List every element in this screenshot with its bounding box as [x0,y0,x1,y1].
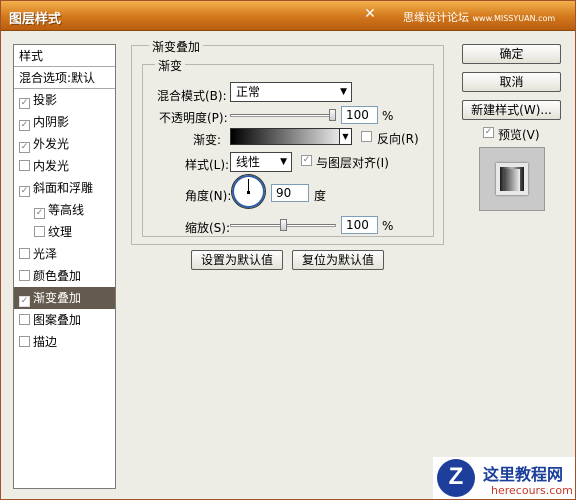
styles-header[interactable]: 样式 [14,45,115,67]
style-select[interactable]: 线性 ▼ [230,152,292,172]
watermark-top-url: www.MISSYUAN.com [472,14,556,23]
new-style-button[interactable]: 新建样式(W)... [462,100,561,120]
gradient-label: 渐变: [193,133,222,147]
style-item-checkbox[interactable] [19,248,30,259]
style-item[interactable]: ✓ 内阴影 [14,111,115,133]
blend-mode-select[interactable]: 正常 ▼ [230,82,352,102]
style-item[interactable]: ✓ 斜面和浮雕 [14,177,115,199]
style-item[interactable]: 颜色叠加 [14,265,115,287]
style-preview-thumbnail [479,147,545,211]
reset-default-button[interactable]: 复位为默认值 [292,250,384,270]
style-item-label: 内阴影 [33,115,70,129]
watermark-bottom-title: 这里教程网 [483,465,564,484]
preview-inner [504,169,520,191]
watermark-top: 思缘设计论坛 www.MISSYUAN.com [403,9,555,25]
watermark-logo-icon: Z [437,459,475,497]
style-value: 线性 [236,155,261,169]
preview-square [496,163,528,195]
blend-mode-label: 混合模式(B): [157,89,227,103]
watermark-top-text: 思缘设计论坛 [403,11,469,24]
style-item-label: 内发光 [33,159,70,173]
style-item-checkbox[interactable]: ✓ [34,208,45,219]
style-item-checkbox[interactable] [19,336,30,347]
opacity-slider-thumb[interactable] [329,109,336,121]
scale-label: 缩放(S): [185,221,231,235]
style-item[interactable]: ✓ 等高线 [14,199,115,221]
style-item-checkbox[interactable] [19,314,30,325]
ok-button[interactable]: 确定 [462,44,561,64]
make-default-button[interactable]: 设置为默认值 [191,250,283,270]
styles-list: 样式 混合选项:默认 ✓ 投影 ✓ 内阴影 ✓ 外发光 内发光 ✓ 斜面和浮雕 ✓ 等高线 纹理 光泽颜… [13,44,116,489]
angle-dial[interactable] [231,174,266,209]
gradient-overlay-title: 渐变叠加 [149,38,204,55]
style-item-label: 等高线 [48,203,85,217]
style-item-checkbox[interactable]: ✓ [19,98,30,109]
chevron-down-icon: ▼ [340,87,347,97]
cancel-button[interactable]: 取消 [462,72,561,92]
style-item[interactable]: 纹理 [14,221,115,243]
style-item-label: 描边 [33,335,58,349]
gradient-dropdown-icon[interactable]: ▼ [339,128,352,145]
style-item-checkbox[interactable]: ✓ [19,186,30,197]
preview-checkbox[interactable]: ✓ [483,127,494,138]
opacity-input[interactable]: 100 [341,106,378,124]
reverse-label: 反向(R) [377,132,419,146]
style-item[interactable]: 光泽 [14,243,115,265]
opacity-label: 不透明度(P): [159,111,228,125]
dialog-title: 图层样式 [9,12,62,27]
layer-style-dialog: 图层样式 ✕ 思缘设计论坛 www.MISSYUAN.com 样式 混合选项:默… [0,0,576,500]
watermark-bottom-url: herecours.com [491,484,573,497]
close-icon[interactable]: ✕ [361,6,379,22]
style-item-checkbox[interactable] [34,226,45,237]
watermark-bottom: Z 这里教程网 herecours.com [433,457,575,499]
style-item-label: 渐变叠加 [33,291,82,305]
style-item-label: 斜面和浮雕 [33,181,94,195]
angle-unit: 度 [314,189,327,203]
style-item[interactable]: ✓ 渐变叠加 [14,287,115,309]
reverse-checkbox[interactable] [361,131,372,142]
title-bar: 图层样式 ✕ 思缘设计论坛 www.MISSYUAN.com [1,1,575,31]
angle-input[interactable]: 90 [271,184,309,202]
style-item-label: 图案叠加 [33,313,82,327]
angle-center [247,191,250,194]
scale-slider-thumb[interactable] [279,219,287,231]
style-item-checkbox[interactable]: ✓ [19,120,30,131]
style-items: ✓ 投影 ✓ 内阴影 ✓ 外发光 内发光 ✓ 斜面和浮雕 ✓ 等高线 纹理 光泽 颜色叠加 ✓ 渐变叠加 图案叠… [14,89,115,353]
style-item[interactable]: ✓ 投影 [14,89,115,111]
blend-mode-value: 正常 [236,85,261,99]
opacity-unit: % [382,109,394,123]
style-label: 样式(L): [185,158,230,172]
angle-label: 角度(N): [185,189,232,203]
style-item-label: 纹理 [48,225,73,239]
preview-label: 预览(V) [498,128,540,142]
style-item[interactable]: 图案叠加 [14,309,115,331]
style-item[interactable]: 描边 [14,331,115,353]
style-item-checkbox[interactable]: ✓ [19,296,30,307]
style-item-label: 投影 [33,93,58,107]
opacity-slider-track[interactable] [230,114,336,117]
chevron-down-icon: ▼ [280,157,287,167]
align-layer-label: 与图层对齐(I) [316,156,389,170]
gradient-swatch[interactable] [230,128,351,145]
style-item-checkbox[interactable] [19,270,30,281]
style-item-label: 外发光 [33,137,70,151]
style-item-checkbox[interactable] [19,160,30,171]
scale-input[interactable]: 100 [341,216,378,234]
scale-unit: % [382,219,394,233]
style-item-checkbox[interactable]: ✓ [19,142,30,153]
style-item-label: 颜色叠加 [33,269,82,283]
align-layer-checkbox[interactable]: ✓ [301,155,312,166]
gradient-subgroup-title: 渐变 [155,57,186,74]
style-item[interactable]: ✓ 外发光 [14,133,115,155]
style-item-label: 光泽 [33,247,58,261]
style-item[interactable]: 内发光 [14,155,115,177]
blend-options-item[interactable]: 混合选项:默认 [14,67,115,89]
